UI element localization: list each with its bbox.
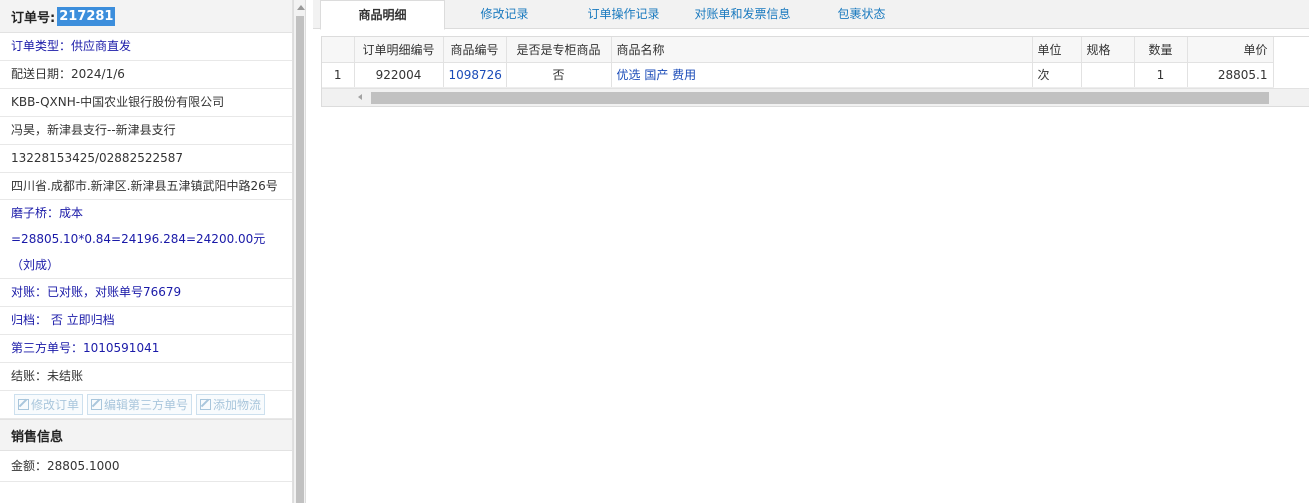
contact-person: 冯昊，新津县支行--新津县支行 bbox=[0, 117, 292, 145]
product-quantity: 1 bbox=[1134, 62, 1188, 88]
scroll-thumb[interactable] bbox=[296, 16, 304, 503]
is-counter-product: 否 bbox=[506, 62, 612, 88]
sales-amount: 金额：28805.1000 bbox=[0, 451, 292, 482]
contact-phone: 13228153425/02882522587 bbox=[0, 145, 292, 173]
edit-third-party-label: 编辑第三方单号 bbox=[104, 398, 189, 412]
scroll-left-icon[interactable] bbox=[358, 93, 362, 100]
add-logistics-label: 添加物流 bbox=[213, 398, 262, 412]
settlement-status: 结账：未结账 bbox=[0, 363, 292, 391]
column-header[interactable]: 商品名称 bbox=[611, 37, 1033, 63]
horizontal-scrollbar[interactable] bbox=[322, 87, 1309, 106]
customer-company: KBB-QXNH-中国农业银行股份有限公司 bbox=[0, 89, 292, 117]
detail-number: 922004 bbox=[354, 62, 444, 88]
order-type: 订单类型：供应商直发 bbox=[0, 33, 292, 61]
tab-reconcile-invoice[interactable]: 对账单和发票信息 bbox=[683, 0, 802, 29]
column-header bbox=[322, 37, 355, 63]
tab-product-detail[interactable]: 商品明细 bbox=[320, 0, 445, 30]
product-table: 订单明细编号 商品编号 是否是专柜商品 商品名称 单位 规格 数量 单价 1 9… bbox=[322, 37, 1274, 88]
column-header[interactable]: 规格 bbox=[1081, 37, 1135, 63]
edit-icon bbox=[18, 399, 29, 410]
column-header[interactable]: 单位 bbox=[1032, 37, 1082, 63]
detail-tabs: 商品明细 修改记录 订单操作记录 对账单和发票信息 包裹状态 bbox=[313, 0, 1309, 30]
row-index: 1 bbox=[322, 62, 355, 88]
order-action-bar: 修改订单 编辑第三方单号 添加物流 bbox=[0, 391, 292, 419]
edit-order-button[interactable]: 修改订单 bbox=[14, 394, 84, 415]
column-header[interactable]: 订单明细编号 bbox=[354, 37, 444, 63]
third-party-number: 第三方单号：1010591041 bbox=[0, 335, 292, 363]
order-number-label: 订单号: bbox=[11, 10, 56, 26]
product-unit: 次 bbox=[1032, 62, 1082, 88]
edit-order-label: 修改订单 bbox=[31, 398, 80, 412]
product-detail-grid: 订单明细编号 商品编号 是否是专柜商品 商品名称 单位 规格 数量 单价 1 9… bbox=[321, 36, 1309, 107]
reconcile-status: 对账：已对账，对账单号76679 bbox=[0, 279, 292, 307]
add-logistics-button[interactable]: 添加物流 bbox=[196, 394, 266, 415]
delivery-date: 配送日期：2024/1/6 bbox=[0, 61, 292, 89]
column-header[interactable]: 是否是专柜商品 bbox=[506, 37, 612, 63]
product-number-link[interactable]: 1098726 bbox=[443, 62, 507, 88]
order-info-panel: 订单号: 217281 订单类型：供应商直发 配送日期：2024/1/6 KBB… bbox=[0, 0, 293, 503]
product-name-link[interactable]: 优选 国产 费用 bbox=[611, 62, 1033, 88]
left-panel-scrollbar[interactable] bbox=[293, 0, 306, 503]
delivery-address: 四川省.成都市.新津区.新津县五津镇武阳中路26号 bbox=[0, 173, 292, 200]
scroll-up-icon[interactable] bbox=[297, 5, 305, 10]
edit-icon bbox=[91, 399, 103, 410]
product-spec bbox=[1081, 62, 1135, 88]
archive-status[interactable]: 归档： 否 立即归档 bbox=[0, 307, 292, 335]
tab-operation-log[interactable]: 订单操作记录 bbox=[564, 0, 683, 29]
tab-modify-log[interactable]: 修改记录 bbox=[445, 0, 564, 29]
column-header[interactable]: 商品编号 bbox=[443, 37, 507, 63]
tab-package-status[interactable]: 包裹状态 bbox=[802, 0, 921, 29]
column-header[interactable]: 数量 bbox=[1134, 37, 1188, 63]
order-detail-window: 订单号: 217281 订单类型：供应商直发 配送日期：2024/1/6 KBB… bbox=[0, 0, 1309, 503]
sales-info-header: 销售信息 bbox=[0, 419, 292, 451]
table-row[interactable]: 1 922004 1098726 否 优选 国产 费用 次 1 28805.1 bbox=[322, 62, 1274, 88]
detail-panel: 商品明细 修改记录 订单操作记录 对账单和发票信息 包裹状态 订单明细编号 商品… bbox=[313, 0, 1309, 503]
edit-third-party-button[interactable]: 编辑第三方单号 bbox=[87, 394, 193, 415]
order-number-value[interactable]: 217281 bbox=[57, 6, 116, 26]
order-number-header: 订单号: 217281 bbox=[0, 0, 292, 33]
edit-icon bbox=[200, 399, 212, 410]
column-header[interactable]: 单价 bbox=[1187, 37, 1274, 63]
table-header-row: 订单明细编号 商品编号 是否是专柜商品 商品名称 单位 规格 数量 单价 bbox=[322, 37, 1274, 63]
product-unit-price: 28805.1 bbox=[1187, 62, 1274, 88]
horizontal-scroll-thumb[interactable] bbox=[371, 91, 1269, 104]
cost-note: 磨子桥：成本=28805.10*0.84=24196.284=24200.00元… bbox=[0, 200, 292, 279]
